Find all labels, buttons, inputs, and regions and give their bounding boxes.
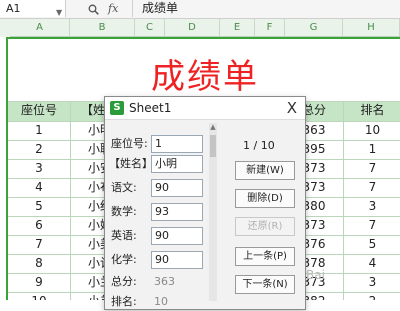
cell-seat[interactable]: 5 [8, 197, 70, 216]
formula-bar: A1 ▼ fx 成绩单 [0, 0, 400, 19]
record-scrollbar[interactable]: ▲ [209, 123, 217, 301]
close-icon[interactable]: X [287, 97, 297, 119]
formula-content[interactable]: 成绩单 [142, 0, 178, 17]
cell-rank[interactable]: 7 [343, 216, 400, 235]
cell-rank[interactable]: 2 [343, 292, 400, 300]
column-header-a[interactable]: A [10, 19, 70, 37]
app-s-icon: S [110, 101, 124, 115]
cell-rank[interactable]: 7 [343, 178, 400, 197]
column-header-d[interactable]: D [165, 19, 220, 37]
column-header-g[interactable]: G [285, 19, 343, 37]
prev-button[interactable]: 上一条(P) [235, 247, 295, 266]
cell-seat[interactable]: 6 [8, 216, 70, 235]
cell-seat[interactable]: 10 [8, 292, 70, 300]
new-button[interactable]: 新建(W) [235, 161, 295, 180]
record-counter: 1 / 10 [243, 139, 275, 152]
formula-tools: fx [70, 0, 133, 17]
magnifier-icon[interactable] [88, 0, 99, 17]
column-header-b[interactable]: B [70, 19, 135, 37]
english-label: 英语: [111, 229, 137, 242]
cell-seat[interactable]: 7 [8, 235, 70, 254]
cell-seat[interactable]: 2 [8, 140, 70, 159]
name-box[interactable]: A1 ▼ [0, 0, 66, 17]
sheet-title[interactable]: 成绩单 [8, 49, 400, 98]
cell-rank[interactable]: 5 [343, 235, 400, 254]
record-form-dialog: S Sheet1 X 座位号: 1 【姓名】: 小明 语文: 90 数学: 93… [104, 96, 306, 310]
rank-label: 排名: [111, 295, 137, 308]
column-header-c[interactable]: C [135, 19, 165, 37]
total-value: 363 [154, 275, 175, 288]
scroll-up-icon[interactable]: ▲ [209, 123, 217, 131]
dialog-title: Sheet1 [129, 101, 172, 115]
cell-seat[interactable]: 8 [8, 254, 70, 273]
column-header-h[interactable]: H [343, 19, 400, 37]
watermark: Bai [306, 268, 325, 282]
header-rank[interactable]: 排名 [343, 101, 400, 120]
chemistry-label: 化学: [111, 253, 137, 266]
restore-button[interactable]: 还原(R) [235, 217, 295, 236]
total-label: 总分: [111, 275, 137, 288]
scroll-thumb[interactable] [210, 135, 216, 157]
cell-seat[interactable]: 9 [8, 273, 70, 292]
cell-seat[interactable]: 4 [8, 178, 70, 197]
math-label: 数学: [111, 205, 137, 218]
cell-reference: A1 [6, 2, 21, 15]
cell-rank[interactable]: 7 [343, 159, 400, 178]
header-seat[interactable]: 座位号 [8, 101, 70, 120]
name-label: 【姓名】: [109, 157, 157, 170]
rank-value: 10 [154, 295, 168, 308]
english-field[interactable]: 90 [151, 227, 203, 245]
cell-rank[interactable]: 3 [343, 197, 400, 216]
chinese-label: 语文: [111, 181, 137, 194]
next-button[interactable]: 下一条(N) [235, 275, 295, 294]
cell-seat[interactable]: 1 [8, 121, 70, 140]
cell-rank[interactable]: 10 [343, 121, 400, 140]
cell-rank[interactable]: 1 [343, 140, 400, 159]
seat-label: 座位号: [111, 137, 148, 150]
cell-seat[interactable]: 3 [8, 159, 70, 178]
dialog-titlebar[interactable]: S Sheet1 X [105, 97, 305, 120]
delete-button[interactable]: 删除(D) [235, 189, 295, 208]
cell-rank[interactable]: 4 [343, 254, 400, 273]
chinese-field[interactable]: 90 [151, 179, 203, 197]
chemistry-field[interactable]: 90 [151, 251, 203, 269]
cell-rank[interactable]: 3 [343, 273, 400, 292]
seat-field[interactable]: 1 [151, 135, 203, 153]
column-header-f[interactable]: F [255, 19, 285, 37]
column-header-e[interactable]: E [220, 19, 255, 37]
name-field[interactable]: 小明 [151, 155, 203, 173]
math-field[interactable]: 93 [151, 203, 203, 221]
title-row: 成绩单 [8, 39, 400, 101]
fx-icon[interactable]: fx [108, 0, 118, 17]
